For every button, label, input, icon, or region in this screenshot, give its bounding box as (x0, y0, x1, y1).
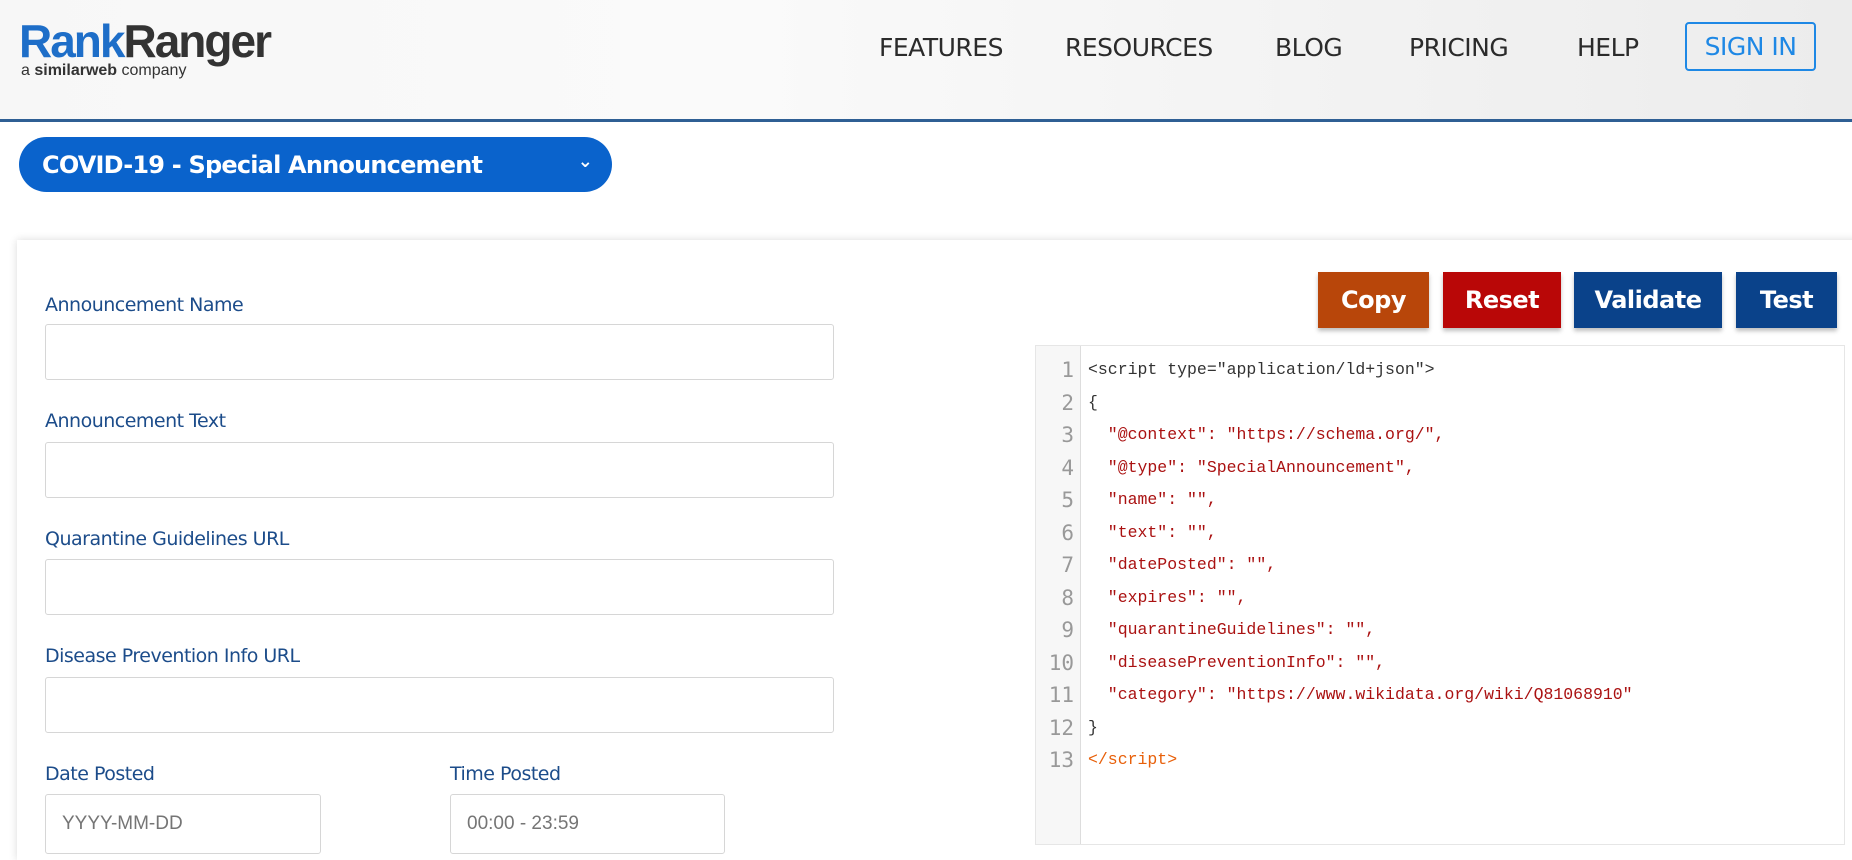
line-number: 7 (1061, 553, 1074, 577)
line-number: 8 (1061, 586, 1074, 610)
line-number-gutter: 12345678910111213 (1036, 346, 1081, 844)
copy-button[interactable]: Copy (1318, 272, 1429, 328)
nav-blog[interactable]: BLOG (1275, 33, 1342, 62)
line-number: 6 (1061, 521, 1074, 545)
line-number: 2 (1061, 391, 1074, 415)
code-line: "diseasePreventionInfo": "", (1088, 653, 1385, 672)
test-button[interactable]: Test (1736, 272, 1837, 328)
code-line: "text": "", (1088, 523, 1217, 542)
line-number: 4 (1061, 456, 1074, 480)
code-line: { (1088, 393, 1098, 412)
reset-button[interactable]: Reset (1443, 272, 1561, 328)
line-number: 10 (1049, 651, 1074, 675)
rankranger-logo[interactable]: RankRanger a similarweb company (19, 18, 270, 80)
announcement-name-input[interactable] (45, 324, 834, 380)
code-line: </script> (1088, 750, 1177, 769)
announcement-text-input[interactable] (45, 442, 834, 498)
quarantine-url-input[interactable] (45, 559, 834, 615)
line-number: 5 (1061, 488, 1074, 512)
disease-url-input[interactable] (45, 677, 834, 733)
logo-ranger: Ranger (123, 15, 269, 67)
logo-tagline-prefix: a (21, 62, 30, 79)
quarantine-url-label: Quarantine Guidelines URL (45, 528, 289, 550)
code-line: } (1088, 718, 1098, 737)
code-editor[interactable]: 12345678910111213 <script type="applicat… (1035, 345, 1845, 845)
schema-type-dropdown[interactable]: COVID-19 - Special Announcement ⌄ (19, 137, 612, 192)
disease-url-label: Disease Prevention Info URL (45, 645, 300, 667)
code-line: "@context": "https://schema.org/", (1088, 425, 1444, 444)
line-number: 13 (1049, 748, 1074, 772)
code-line: "expires": "", (1088, 588, 1246, 607)
announcement-name-label: Announcement Name (45, 294, 243, 316)
site-header: RankRanger a similarweb company FEATURES… (0, 0, 1852, 122)
code-line: "datePosted": "", (1088, 555, 1276, 574)
line-number: 1 (1061, 358, 1074, 382)
code-line: "name": "", (1088, 490, 1217, 509)
nav-help[interactable]: HELP (1577, 33, 1639, 62)
nav-resources[interactable]: RESOURCES (1065, 33, 1213, 62)
line-number: 3 (1061, 423, 1074, 447)
logo-tagline-brand: similarweb (34, 62, 117, 79)
line-number: 12 (1049, 716, 1074, 740)
date-posted-label: Date Posted (45, 763, 154, 785)
schema-type-selected: COVID-19 - Special Announcement (42, 151, 482, 179)
code-line: "@type": "SpecialAnnouncement", (1088, 458, 1415, 477)
code-line: <script type="application/ld+json"> (1088, 360, 1435, 379)
line-number: 11 (1049, 683, 1074, 707)
sign-in-button[interactable]: SIGN IN (1685, 22, 1816, 71)
line-number: 9 (1061, 618, 1074, 642)
code-line: "category": "https://www.wikidata.org/wi… (1088, 685, 1633, 704)
chevron-down-icon: ⌄ (578, 151, 592, 172)
logo-tagline-suffix: company (122, 62, 187, 79)
announcement-text-label: Announcement Text (45, 410, 226, 432)
nav-features[interactable]: FEATURES (879, 33, 1003, 62)
nav-pricing[interactable]: PRICING (1409, 33, 1508, 62)
time-posted-label: Time Posted (450, 763, 561, 785)
date-posted-input[interactable] (45, 794, 321, 854)
validate-button[interactable]: Validate (1574, 272, 1722, 328)
time-posted-input[interactable] (450, 794, 725, 854)
code-line: "quarantineGuidelines": "", (1088, 620, 1375, 639)
logo-rank: Rank (19, 15, 123, 67)
